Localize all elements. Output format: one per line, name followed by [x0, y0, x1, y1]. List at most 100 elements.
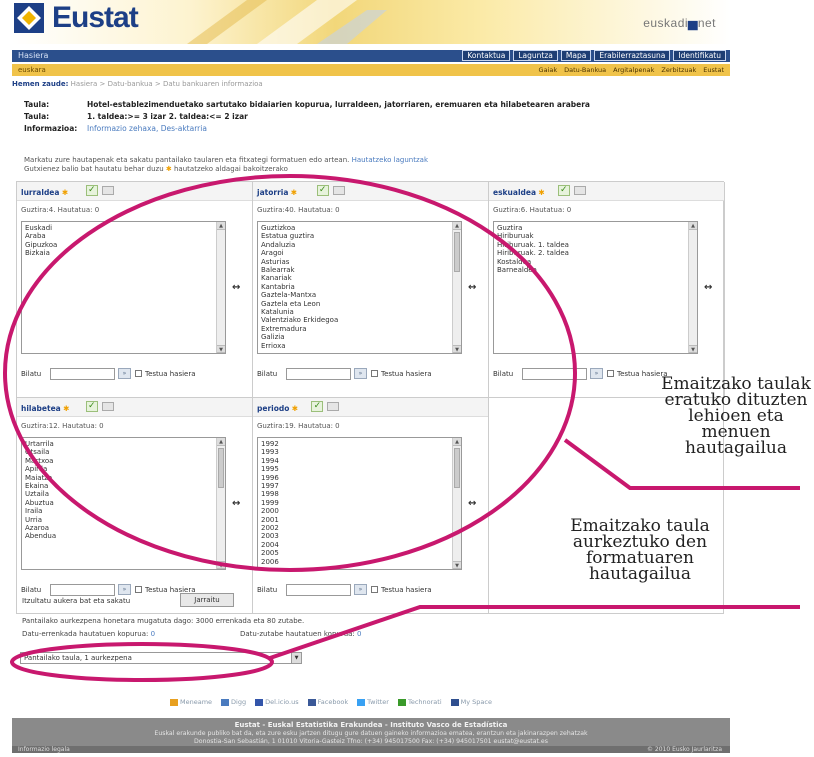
logo-text[interactable]: Eustat: [52, 1, 139, 35]
sub-link-3[interactable]: Zerbitzuak: [661, 66, 696, 74]
search-go-icon[interactable]: »: [590, 368, 603, 379]
list-item[interactable]: Azaroa: [25, 524, 222, 532]
nav-link-0[interactable]: Kontaktua: [462, 50, 511, 61]
list-item[interactable]: Guztizkoa: [261, 224, 458, 232]
deselect-all-icon[interactable]: [101, 186, 114, 195]
select-all-icon[interactable]: ✓: [557, 185, 570, 196]
sub-link-4[interactable]: Eustat: [703, 66, 724, 74]
list-item[interactable]: Hiriburuak. 2. taldea: [497, 249, 694, 257]
list-item[interactable]: Gaztela eta Leon: [261, 300, 458, 308]
deselect-all-icon[interactable]: [101, 402, 114, 411]
scroll-up-icon[interactable]: ▲: [453, 222, 461, 230]
select-all-icon[interactable]: ✓: [85, 401, 98, 412]
move-arrows-icon[interactable]: ↔: [232, 282, 240, 293]
list-item[interactable]: 2004: [261, 541, 458, 549]
sub-link-0[interactable]: Gaiak: [539, 66, 558, 74]
social-2[interactable]: Del.icio.us: [255, 698, 299, 706]
social-4[interactable]: Twitter: [357, 698, 389, 706]
legal-link[interactable]: Informazio legala: [18, 746, 70, 753]
list-item[interactable]: Andaluzia: [261, 241, 458, 249]
search-go-icon[interactable]: »: [118, 584, 131, 595]
list-item[interactable]: Gipuzkoa: [25, 241, 222, 249]
deselect-all-icon[interactable]: [327, 402, 340, 411]
euskadi-net-logo[interactable]: euskadi▅net: [643, 16, 716, 30]
list-item[interactable]: Asturias: [261, 258, 458, 266]
list-item[interactable]: Balearrak: [261, 266, 458, 274]
information-link[interactable]: Informazio zehaxa, Des-aktarria: [87, 124, 724, 133]
selector-listbox[interactable]: Guztizkoa Estatua guztira Andaluzia Aragoi A…: [257, 221, 462, 354]
list-item[interactable]: Otsaila: [25, 448, 222, 456]
list-item[interactable]: 1998: [261, 490, 458, 498]
list-item[interactable]: Urtarrila: [25, 440, 222, 448]
sub-link-1[interactable]: Datu-Bankua: [564, 66, 606, 74]
scroll-thumb[interactable]: [218, 448, 224, 488]
list-item[interactable]: 1994: [261, 457, 458, 465]
list-item[interactable]: 2001: [261, 516, 458, 524]
scrollbar[interactable]: ▲ ▼: [688, 222, 697, 353]
text-start-checkbox[interactable]: [135, 370, 142, 377]
help-link[interactable]: Hautatzeko laguntzak: [352, 156, 428, 164]
chevron-down-icon[interactable]: ▼: [291, 653, 301, 663]
list-item[interactable]: Ekaina: [25, 482, 222, 490]
scrollbar[interactable]: ▲ ▼: [452, 438, 461, 569]
list-item[interactable]: 1995: [261, 465, 458, 473]
continue-button[interactable]: Jarraitu: [180, 593, 234, 607]
selector-listbox[interactable]: Guztira Hiriburuak Hiriburuak. 1. taldea Hi…: [493, 221, 698, 354]
list-item[interactable]: Estatua guztira: [261, 232, 458, 240]
search-input[interactable]: [286, 584, 351, 596]
selector-listbox[interactable]: 1992 1993 1994 1995 1996 1997 1998 1999 2000 2001…: [257, 437, 462, 570]
list-item[interactable]: 1993: [261, 448, 458, 456]
list-item[interactable]: Bizkaia: [25, 249, 222, 257]
search-input[interactable]: [50, 368, 115, 380]
scrollbar[interactable]: ▲ ▼: [216, 222, 225, 353]
text-start-checkbox[interactable]: [607, 370, 614, 377]
list-item[interactable]: Kantabria: [261, 283, 458, 291]
list-item[interactable]: Galizia: [261, 333, 458, 341]
nav-link-4[interactable]: Identifikatu: [673, 50, 726, 61]
search-go-icon[interactable]: »: [354, 368, 367, 379]
scroll-down-icon[interactable]: ▼: [689, 345, 697, 353]
social-5[interactable]: Technorati: [397, 698, 442, 706]
eustat-logo-icon[interactable]: [14, 3, 44, 33]
scroll-down-icon[interactable]: ▼: [453, 561, 461, 569]
list-item[interactable]: Katalunia: [261, 308, 458, 316]
list-item[interactable]: Iraila: [25, 507, 222, 515]
text-start-checkbox[interactable]: [135, 586, 142, 593]
list-item[interactable]: 2005: [261, 549, 458, 557]
scrollbar[interactable]: ▲ ▼: [452, 222, 461, 353]
list-item[interactable]: Barnealdea: [497, 266, 694, 274]
scroll-down-icon[interactable]: ▼: [217, 561, 225, 569]
social-0[interactable]: Meneame: [170, 698, 212, 706]
list-item[interactable]: 2002: [261, 524, 458, 532]
sub-link-2[interactable]: Argitalpenak: [613, 66, 654, 74]
list-item[interactable]: Araba: [25, 232, 222, 240]
list-item[interactable]: 1999: [261, 499, 458, 507]
scroll-up-icon[interactable]: ▲: [453, 438, 461, 446]
selector-listbox[interactable]: Urtarrila Otsaila Martxoa Apirila Maiatza Eka…: [21, 437, 226, 570]
list-item[interactable]: Guztira: [497, 224, 694, 232]
list-item[interactable]: 1996: [261, 474, 458, 482]
list-item[interactable]: 2000: [261, 507, 458, 515]
list-item[interactable]: Abendua: [25, 532, 222, 540]
scroll-thumb[interactable]: [454, 448, 460, 488]
list-item[interactable]: Hiriburuak: [497, 232, 694, 240]
list-item[interactable]: Valentziako Erkidegoa: [261, 316, 458, 324]
list-item[interactable]: Gaztela-Mantxa: [261, 291, 458, 299]
search-input[interactable]: [286, 368, 351, 380]
search-go-icon[interactable]: »: [118, 368, 131, 379]
format-select[interactable]: Pantailako taula, 1 aurkezpena ▼: [20, 652, 302, 664]
list-item[interactable]: Kanariak: [261, 274, 458, 282]
search-input[interactable]: [50, 584, 115, 596]
selector-listbox[interactable]: Euskadi Araba Gipuzkoa Bizkaia ▲ ▼: [21, 221, 226, 354]
text-start-checkbox[interactable]: [371, 586, 378, 593]
scroll-thumb[interactable]: [454, 232, 460, 272]
nav-link-2[interactable]: Mapa: [560, 50, 592, 61]
social-3[interactable]: Facebook: [307, 698, 348, 706]
nav-link-1[interactable]: Laguntza: [513, 50, 558, 61]
list-item[interactable]: Apirila: [25, 465, 222, 473]
search-input[interactable]: [522, 368, 587, 380]
list-item[interactable]: 2006: [261, 558, 458, 566]
move-arrows-icon[interactable]: ↔: [232, 498, 240, 509]
list-item[interactable]: Aragoi: [261, 249, 458, 257]
social-6[interactable]: My Space: [450, 698, 492, 706]
